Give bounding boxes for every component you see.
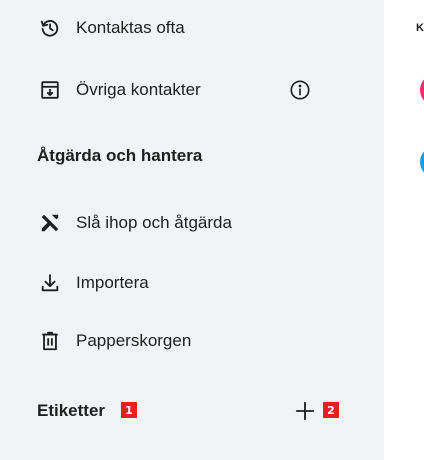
main-header-fragment: K: [416, 22, 424, 34]
sidebar-item-trash[interactable]: Papperskorgen: [0, 317, 384, 365]
trash-icon: [38, 329, 62, 353]
history-icon: [38, 16, 62, 40]
avatar[interactable]: [420, 74, 424, 106]
sidebar-item-label: Papperskorgen: [76, 331, 192, 350]
sidebar-item-merge-fix[interactable]: Slå ihop och åtgärda: [0, 199, 384, 247]
avatar[interactable]: [420, 146, 424, 178]
sidebar-item-other-contacts[interactable]: Övriga kontakter: [0, 66, 384, 114]
section-title-manage: Åtgärda och hantera: [37, 146, 203, 165]
marker-2: 2: [323, 402, 339, 418]
marker-1: 1: [121, 402, 137, 418]
main-content: K: [384, 0, 424, 460]
labels-header-title: Etiketter: [37, 401, 106, 420]
download-icon: [38, 271, 62, 295]
sidebar: Kontaktas ofta Övriga kontakter Åtgärda …: [0, 0, 384, 460]
build-tools-icon: [38, 211, 62, 235]
sidebar-item-label: Slå ihop och åtgärda: [76, 213, 232, 232]
sidebar-item-frequent[interactable]: Kontaktas ofta: [0, 4, 384, 52]
info-icon[interactable]: [286, 76, 314, 104]
plus-icon[interactable]: [292, 398, 318, 424]
sidebar-item-label: Kontaktas ofta: [76, 18, 185, 37]
sidebar-item-label: Importera: [76, 273, 149, 292]
sidebar-item-import[interactable]: Importera: [0, 259, 384, 307]
sidebar-item-label: Övriga kontakter: [76, 80, 201, 99]
archive-download-icon: [38, 78, 62, 102]
